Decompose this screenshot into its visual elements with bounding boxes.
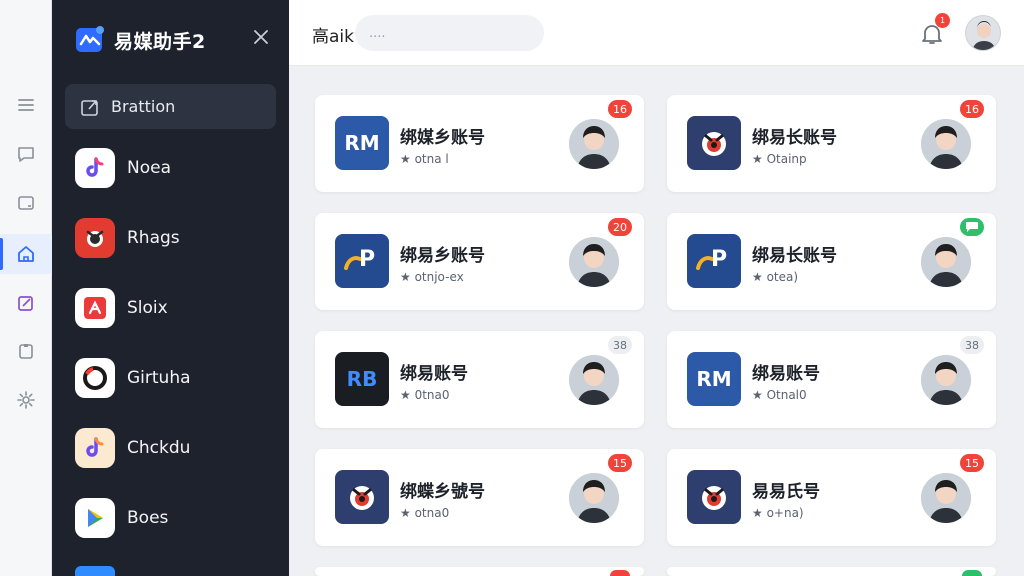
count-badge: 15 xyxy=(608,454,632,472)
close-icon[interactable] xyxy=(250,26,272,48)
card-logo-text: P xyxy=(359,247,376,272)
account-card[interactable]: 绑易长账号 ★ Otainp 16 xyxy=(667,95,996,192)
play-icon xyxy=(75,498,115,538)
drawer-app-item[interactable]: Chckdu xyxy=(75,426,275,470)
drawer-app-item[interactable]: Boes xyxy=(75,496,275,540)
card-logo-icon xyxy=(687,470,741,524)
card-title: 绑易长账号 xyxy=(752,128,837,148)
app-logo-icon xyxy=(76,26,104,52)
card-logo-icon: P xyxy=(335,234,389,288)
brand: 易媒助手2 xyxy=(74,22,206,58)
notification-badge: 1 xyxy=(935,13,950,28)
card-subtitle: ★ Otnal0 xyxy=(752,388,807,402)
drawer-app-label: Sloix xyxy=(127,298,168,318)
drawer-app-item[interactable]: Sloix xyxy=(75,286,275,330)
avatar xyxy=(921,237,971,287)
red-dog-icon xyxy=(75,218,115,258)
drawer-app-label: Noea xyxy=(127,158,171,178)
chat-icon[interactable] xyxy=(0,134,52,174)
red-spark-icon xyxy=(75,288,115,328)
account-card[interactable]: RM 绑媒乡账号 ★ otna l 16 xyxy=(315,95,644,192)
drawer-app-label: Boes xyxy=(127,508,169,528)
card-logo-icon xyxy=(687,116,741,170)
drawer-app-item[interactable]: Girtuha xyxy=(75,356,275,400)
card-title: 绑易乡账号 xyxy=(400,246,485,266)
card-logo-icon: RM xyxy=(687,352,741,406)
avatar xyxy=(569,237,619,287)
clipboard-icon[interactable] xyxy=(0,331,52,371)
account-card[interactable]: RM 绑易账号 ★ Otnal0 38 xyxy=(667,331,996,428)
card-title: 绑蝶乡號号 xyxy=(400,482,485,502)
icon-rail xyxy=(0,0,52,576)
card-title: 绑易账号 xyxy=(400,364,468,384)
card-subtitle: ★ otna l xyxy=(400,152,449,166)
window-icon[interactable] xyxy=(0,183,52,223)
edit-icon[interactable] xyxy=(0,283,52,323)
card-logo-text: P xyxy=(711,247,728,272)
avatar xyxy=(921,119,971,169)
drawer-app-label: Chckdu xyxy=(127,438,191,458)
card-subtitle: ★ Otainp xyxy=(752,152,807,166)
share-box-icon xyxy=(81,99,98,116)
drawer-app-item[interactable]: Rhags xyxy=(75,216,275,260)
card-title: 绑易长账号 xyxy=(752,246,837,266)
page-title: 高aik xyxy=(312,27,354,47)
tiktok-icon xyxy=(75,148,115,188)
account-card[interactable]: 易易氏号 ★ o+na) 15 xyxy=(667,449,996,546)
avatar xyxy=(569,473,619,523)
card-logo-icon: RB xyxy=(335,352,389,406)
card-subtitle: ★ o+na) xyxy=(752,506,804,520)
card-logo-icon: RM xyxy=(335,116,389,170)
drawer-item-active[interactable]: Brattion xyxy=(65,84,276,129)
card-subtitle: ★ otea) xyxy=(752,270,799,284)
gear-icon[interactable] xyxy=(0,380,52,420)
count-badge: 38 xyxy=(608,336,632,354)
card-title: 绑媒乡账号 xyxy=(400,128,485,148)
app-name: 易媒助手2 xyxy=(114,30,206,53)
card-logo-text: RM xyxy=(696,367,732,391)
count-badge: 15 xyxy=(960,454,984,472)
circle-icon xyxy=(75,358,115,398)
card-logo-icon: P xyxy=(687,234,741,288)
count-badge: 20 xyxy=(608,218,632,236)
count-badge: 16 xyxy=(960,100,984,118)
app-drawer: 易媒助手2 Brattion Noea Rhags Sloix Girtuha xyxy=(52,0,289,576)
count-badge: 38 xyxy=(960,336,984,354)
card-logo-icon xyxy=(335,470,389,524)
drawer-app-label: Rhags xyxy=(127,228,180,248)
card-title: 易易氏号 xyxy=(752,482,820,502)
drawer-app-item[interactable]: Noea xyxy=(75,146,275,190)
account-card[interactable]: P 绑易长账号 ★ otea) xyxy=(667,213,996,310)
top-header: 高aik 1 xyxy=(289,0,1024,66)
note-icon xyxy=(75,428,115,468)
search-input[interactable] xyxy=(355,15,544,51)
card-logo-text: RM xyxy=(344,131,380,155)
drawer-app-item-partial[interactable] xyxy=(75,566,115,576)
drawer-app-label: Girtuha xyxy=(127,368,191,388)
account-card[interactable]: P 绑易乡账号 ★ otnjo-ex 20 xyxy=(315,213,644,310)
account-card-partial[interactable] xyxy=(315,567,644,576)
card-subtitle: ★ otnjo-ex xyxy=(400,270,464,284)
drawer-item-label: Brattion xyxy=(111,97,176,116)
message-icon xyxy=(966,222,978,232)
account-card[interactable]: RB 绑易账号 ★ 0tna0 38 xyxy=(315,331,644,428)
count-badge xyxy=(610,570,630,576)
avatar xyxy=(569,119,619,169)
count-badge xyxy=(962,570,982,576)
avatar xyxy=(921,473,971,523)
card-logo-text: RB xyxy=(346,367,378,391)
card-subtitle: ★ otna0 xyxy=(400,506,450,520)
menu-icon[interactable] xyxy=(0,85,52,125)
avatar[interactable] xyxy=(965,15,1001,51)
card-title: 绑易账号 xyxy=(752,364,820,384)
message-badge xyxy=(960,218,984,236)
avatar xyxy=(569,355,619,405)
card-subtitle: ★ 0tna0 xyxy=(400,388,450,402)
count-badge: 16 xyxy=(608,100,632,118)
account-card-partial[interactable] xyxy=(667,567,996,576)
account-card[interactable]: 绑蝶乡號号 ★ otna0 15 xyxy=(315,449,644,546)
home-icon[interactable] xyxy=(0,234,52,274)
avatar xyxy=(921,355,971,405)
